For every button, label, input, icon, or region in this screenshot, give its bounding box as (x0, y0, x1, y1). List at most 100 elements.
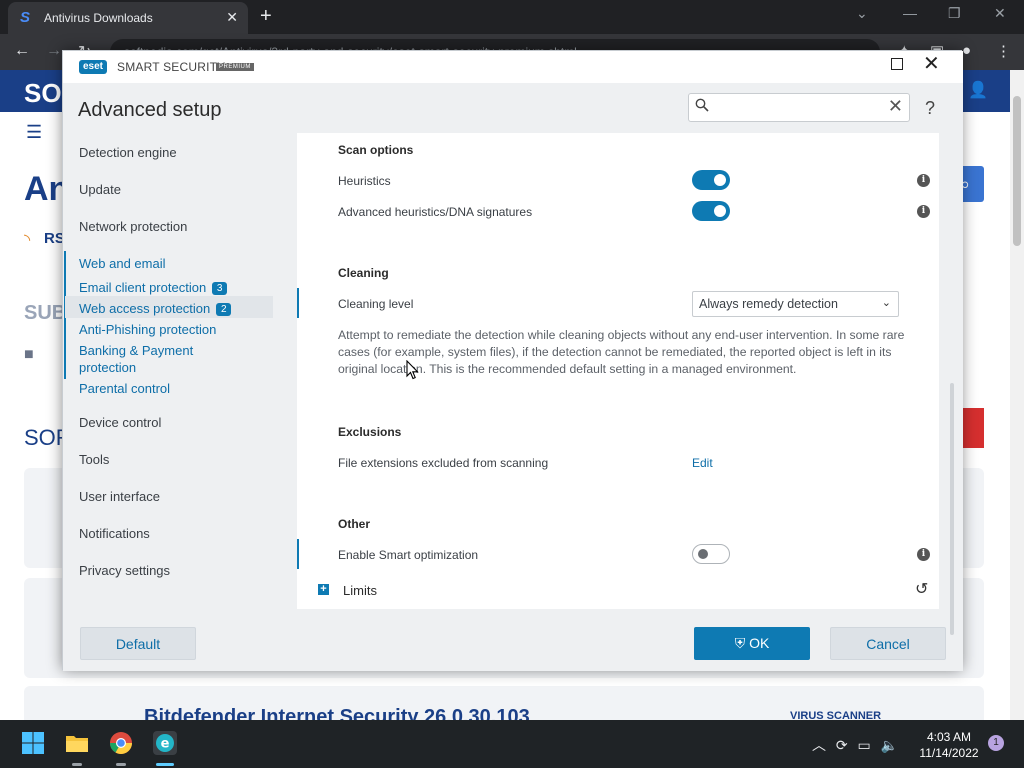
ok-button[interactable]: ⛨ OK (694, 627, 810, 660)
help-icon[interactable]: ? (925, 98, 935, 119)
profile-icon[interactable]: ● (962, 42, 971, 59)
sidebar-item-anti-phishing[interactable]: Anti-Phishing protection (79, 322, 216, 337)
heuristics-toggle[interactable] (692, 170, 730, 190)
row-highlight-indicator (297, 539, 299, 569)
ok-button-label: OK (749, 635, 770, 651)
cleaning-level-value: Always remedy detection (699, 297, 838, 311)
sidebar-item-user-interface[interactable]: User interface (79, 489, 160, 504)
notification-badge[interactable]: 1 (988, 735, 1004, 751)
sidebar-item-update[interactable]: Update (79, 182, 121, 197)
expand-plus-icon[interactable]: + (318, 584, 329, 595)
windows-start-icon[interactable] (20, 730, 46, 756)
cleaning-level-label: Cleaning level (338, 297, 414, 311)
sidebar-item-banking-payment[interactable]: Banking & Payment (79, 343, 193, 358)
forward-icon[interactable]: → (46, 42, 62, 60)
count-badge: 3 (212, 282, 228, 295)
file-explorer-icon[interactable] (64, 730, 90, 756)
setup-search-field[interactable]: ✕ (688, 93, 910, 122)
info-icon[interactable]: i (917, 548, 930, 561)
sidebar-item-label: Web access protection (79, 301, 211, 316)
system-tray: ︿ ⟳ ▭ 🔈 (812, 735, 898, 755)
back-icon[interactable]: ← (14, 42, 30, 60)
tab-title: Antivirus Downloads (44, 11, 153, 25)
advanced-heuristics-toggle[interactable] (692, 201, 730, 221)
search-icon (695, 98, 709, 112)
sidebar-item-tools[interactable]: Tools (79, 452, 109, 467)
eset-logo: eset (79, 60, 108, 74)
sidebar-item-banking-payment-cont[interactable]: protection (79, 360, 136, 375)
sidebar-item-detection-engine[interactable]: Detection engine (79, 145, 177, 160)
content-scrollbar[interactable] (950, 383, 954, 635)
info-icon[interactable]: i (917, 174, 930, 187)
section-exclusions: Exclusions (338, 425, 402, 439)
site-logo[interactable]: SO (24, 78, 62, 109)
browser-tab-bar: S Antivirus Downloads ✕ + ⌄ — ❐ ✕ (0, 0, 1024, 34)
site-menu-icon[interactable]: ☰ (26, 122, 42, 143)
chevron-up-icon[interactable]: ︿ (812, 737, 826, 753)
sidebar-item-notifications[interactable]: Notifications (79, 526, 150, 541)
sidebar-item-device-control[interactable]: Device control (79, 415, 161, 430)
smart-optimization-toggle[interactable] (692, 544, 730, 564)
mouse-cursor-icon (406, 360, 419, 380)
minimize-icon[interactable]: — (903, 5, 917, 21)
premium-badge: PREMIUM (216, 63, 254, 71)
cleaning-level-select[interactable]: Always remedy detection ⌄ (692, 291, 899, 317)
sidebar-item-privacy-settings[interactable]: Privacy settings (79, 563, 170, 578)
window-close-icon[interactable]: ✕ (994, 5, 1006, 22)
new-tab-button[interactable]: + (260, 5, 272, 28)
product-name: SMART SECURITY (117, 60, 226, 74)
dialog-close-icon[interactable]: ✕ (923, 54, 940, 74)
sidebar-item-parental-control[interactable]: Parental control (79, 381, 170, 396)
running-indicator (116, 763, 126, 766)
site-favicon-icon: S (20, 9, 31, 26)
section-scan-options: Scan options (338, 143, 414, 157)
info-icon[interactable]: i (917, 205, 930, 218)
running-indicator (72, 763, 82, 766)
sidebar-item-web-and-email[interactable]: Web and email (79, 256, 165, 271)
security-status-icon[interactable]: ⟳ (836, 737, 848, 753)
volume-icon[interactable]: 🔈 (881, 737, 898, 753)
chrome-icon[interactable] (108, 730, 134, 756)
settings-content-pane: Scan options Heuristics i Advanced heuri… (297, 133, 939, 609)
heuristics-label: Heuristics (338, 174, 391, 188)
advanced-heuristics-label: Advanced heuristics/DNA signatures (338, 205, 533, 219)
svg-text:e: e (161, 737, 170, 752)
clock-date[interactable]: 11/14/2022 (917, 746, 981, 760)
shield-icon: ⛨ (734, 635, 746, 651)
cancel-button[interactable]: Cancel (830, 627, 946, 660)
sidebar-item-web-access-protection[interactable]: Web access protection 2 (79, 301, 232, 316)
virus-scanner-tag[interactable]: VIRUS SCANNER (790, 710, 881, 720)
page-scrollbar[interactable] (1010, 70, 1024, 720)
sidebar-item-label: Email client protection (79, 280, 207, 295)
product-title[interactable]: Bitdefender Internet Security 26.0.30.10… (144, 706, 530, 720)
section-other: Other (338, 517, 371, 531)
smart-optimization-label: Enable Smart optimization (338, 548, 479, 562)
network-icon[interactable]: ▭ (858, 737, 871, 753)
cleaning-description: Attempt to remediate the detection while… (338, 328, 905, 376)
folder-icon: ■ (24, 346, 34, 363)
taskbar: e ︿ ⟳ ▭ 🔈 4:03 AM 11/14/2022 1 (0, 720, 1024, 768)
site-user-icon[interactable]: 👤 (968, 80, 990, 102)
edit-exclusions-link[interactable]: Edit (692, 456, 713, 470)
restore-icon[interactable]: ❐ (948, 5, 961, 22)
tab-search-icon[interactable]: ⌄ (856, 5, 868, 22)
sidebar-item-email-client-protection[interactable]: Email client protection 3 (79, 280, 228, 295)
page-scrollbar-thumb[interactable] (1013, 96, 1021, 246)
clear-search-icon[interactable]: ✕ (888, 96, 903, 117)
maximize-icon[interactable] (891, 58, 903, 70)
search-input[interactable] (715, 98, 875, 118)
dialog-body: Advanced setup ✕ ? Detection engine Upda… (63, 83, 963, 671)
active-indicator (156, 763, 174, 766)
rss-icon[interactable]: ◝ (24, 230, 30, 250)
clock-time[interactable]: 4:03 AM (917, 730, 981, 744)
sidebar-item-network-protection[interactable]: Network protection (79, 219, 187, 234)
dialog-titlebar: eset SMART SECURITY PREMIUM ✕ (63, 51, 963, 83)
limits-section-label[interactable]: Limits (343, 583, 377, 598)
revert-icon[interactable]: ↺ (915, 579, 928, 599)
tab-close-icon[interactable]: ✕ (226, 9, 238, 26)
browser-tab[interactable]: S Antivirus Downloads ✕ (8, 2, 248, 34)
count-badge: 2 (216, 303, 232, 316)
browser-menu-icon[interactable]: ⋮ (996, 42, 1011, 60)
eset-app-icon[interactable]: e (152, 730, 178, 756)
default-button[interactable]: Default (80, 627, 196, 660)
